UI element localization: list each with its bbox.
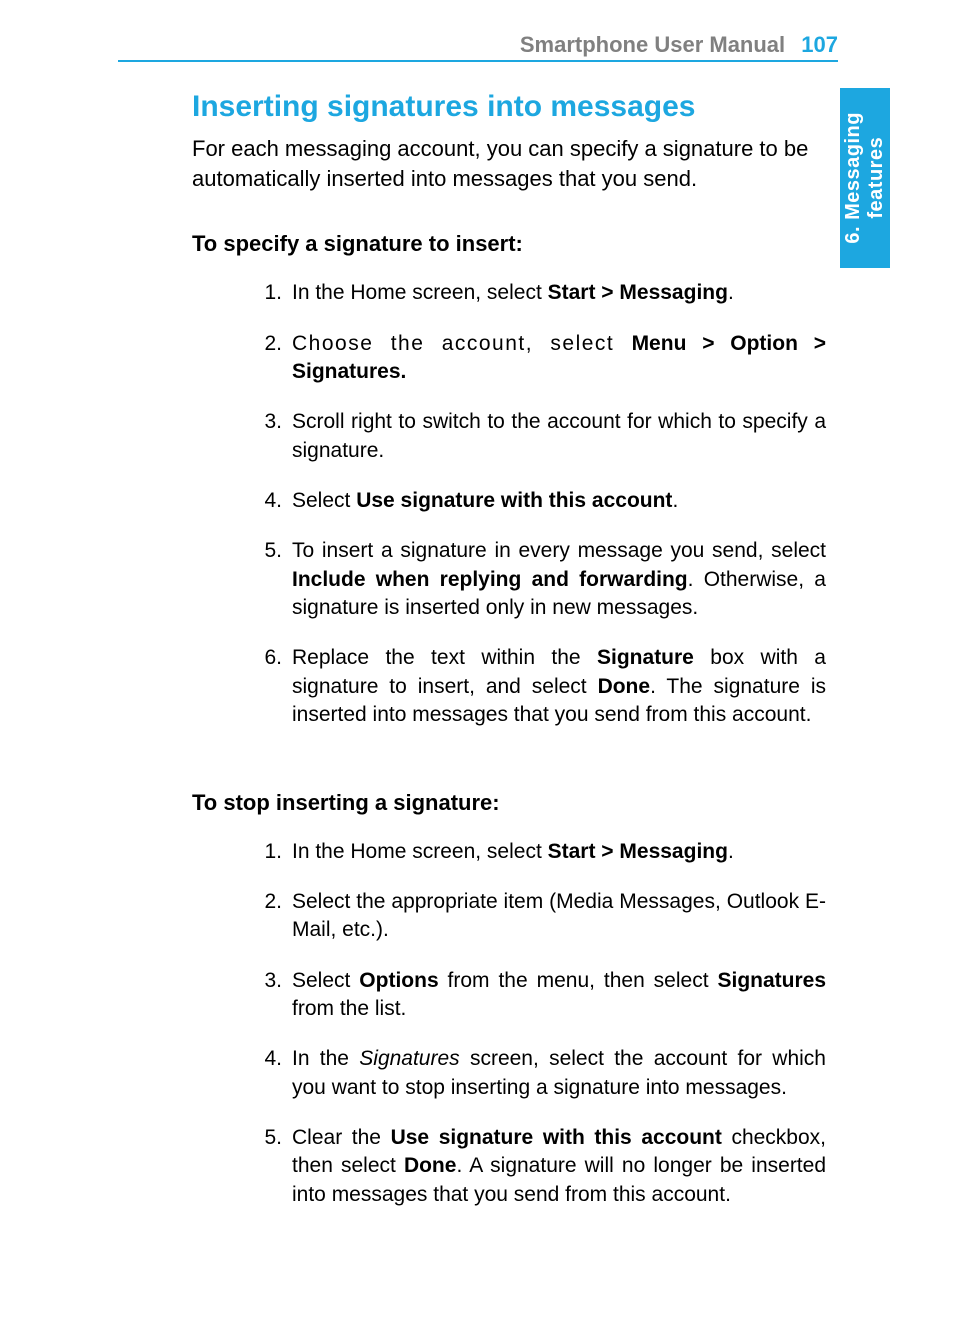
step-item: In the Home screen, select Start > Messa… — [252, 279, 826, 307]
manual-title: Smartphone User Manual — [520, 32, 785, 57]
step-item: Select Use signature with this account. — [252, 487, 826, 515]
subheading-stop: To stop inserting a signature: — [192, 790, 826, 816]
subheading-specify: To specify a signature to insert: — [192, 231, 826, 257]
step-item: Replace the text within the Signature bo… — [252, 644, 826, 729]
step-item: In the Signatures screen, select the acc… — [252, 1045, 826, 1102]
steps-stop: In the Home screen, select Start > Messa… — [252, 838, 826, 1209]
step-item: Choose the account, select Menu > Option… — [252, 330, 826, 387]
step-item: Select the appropriate item (Media Messa… — [252, 888, 826, 945]
chapter-tab: 6. Messaging features — [840, 88, 890, 268]
page-content: Inserting signatures into messages For e… — [192, 90, 826, 1269]
chapter-tab-text: 6. Messaging features — [842, 112, 888, 244]
intro-paragraph: For each messaging account, you can spec… — [192, 134, 826, 193]
page-number: 107 — [801, 32, 838, 57]
step-item: In the Home screen, select Start > Messa… — [252, 838, 826, 866]
header-rule — [118, 60, 838, 62]
section-title: Inserting signatures into messages — [192, 90, 826, 124]
step-item: Scroll right to switch to the account fo… — [252, 408, 826, 465]
step-item: Clear the Use signature with this accoun… — [252, 1124, 826, 1209]
step-item: To insert a signature in every message y… — [252, 537, 826, 622]
steps-specify: In the Home screen, select Start > Messa… — [252, 279, 826, 729]
step-item: Select Options from the menu, then selec… — [252, 967, 826, 1024]
